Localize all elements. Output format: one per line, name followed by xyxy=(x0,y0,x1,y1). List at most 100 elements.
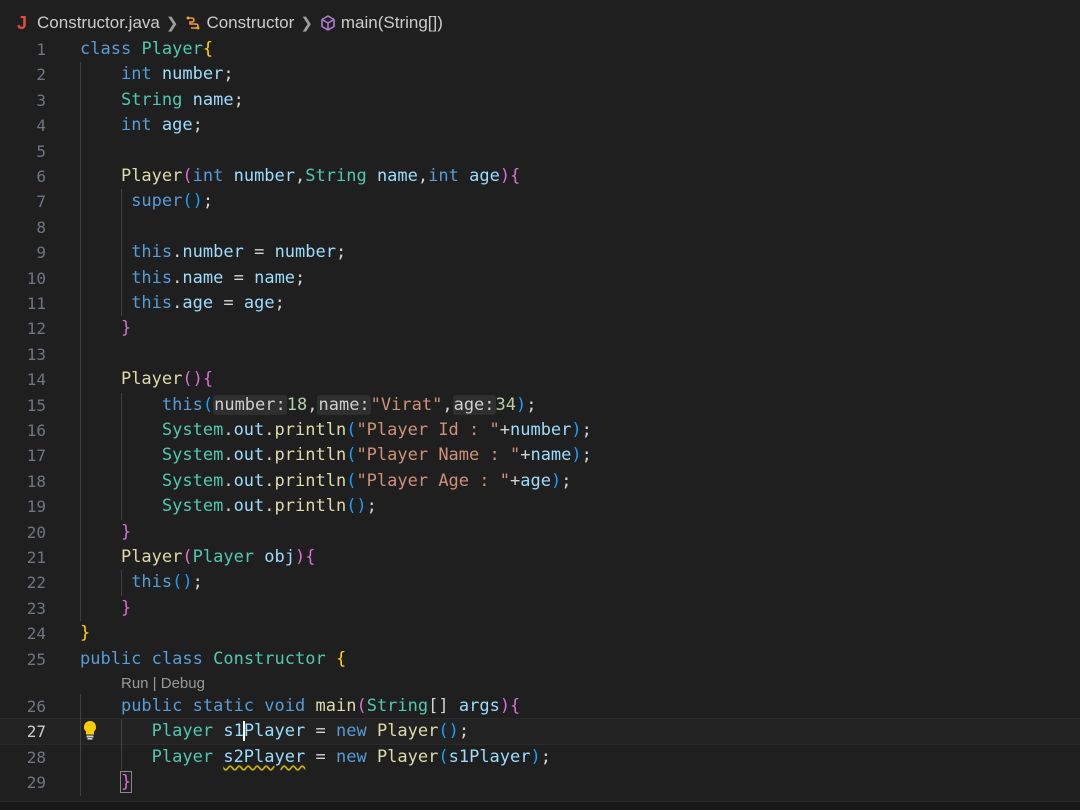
indent-guide xyxy=(121,392,122,520)
code-line[interactable]: 11 this.age = age; xyxy=(0,291,1080,316)
code-text[interactable]: System.out.println("Player Id : "+number… xyxy=(80,418,592,443)
method-cube-icon xyxy=(319,14,337,32)
line-number: 24 xyxy=(26,624,46,644)
code-line[interactable]: 14 Player(){ xyxy=(0,367,1080,392)
code-line[interactable]: 19 System.out.println(); xyxy=(0,494,1080,519)
line-number: 6 xyxy=(36,167,46,186)
code-text[interactable]: int number; xyxy=(80,62,234,87)
code-line[interactable]: 17 System.out.println("Player Name : "+n… xyxy=(0,443,1080,468)
code-line[interactable]: 12 } xyxy=(0,316,1080,341)
code-line[interactable]: 29 } xyxy=(0,770,1080,795)
breadcrumb-file[interactable]: Constructor.java xyxy=(37,13,160,33)
code-text[interactable]: Player(){ xyxy=(80,367,213,392)
code-text[interactable]: this(); xyxy=(80,570,203,595)
code-text[interactable]: Player s1Player = new Player(); xyxy=(80,719,469,744)
code-line[interactable]: 13 xyxy=(0,342,1080,367)
java-file-icon: J xyxy=(17,12,28,33)
breadcrumb-method[interactable]: main(String[]) xyxy=(341,13,443,33)
line-number: 4 xyxy=(36,116,46,136)
code-text[interactable]: } xyxy=(80,316,131,341)
code-text[interactable]: System.out.println("Player Name : "+name… xyxy=(80,443,592,468)
code-text[interactable]: this.name = name; xyxy=(80,266,305,291)
code-text[interactable]: } xyxy=(80,621,90,646)
line-number: 19 xyxy=(26,497,46,517)
code-line[interactable]: 16 System.out.println("Player Id : "+num… xyxy=(0,418,1080,443)
code-text[interactable]: Player s2Player = new Player(s1Player); xyxy=(80,745,551,770)
line-number: 25 xyxy=(26,649,46,669)
line-number: 2 xyxy=(36,65,46,85)
line-number: 17 xyxy=(26,446,46,466)
code-line[interactable]: 25 public class Constructor { xyxy=(0,647,1080,672)
code-text[interactable]: } xyxy=(80,596,131,621)
code-line[interactable]: 3 String name; xyxy=(0,88,1080,113)
code-text[interactable]: Player(Player obj){ xyxy=(80,545,316,570)
code-line[interactable]: 28 Player s2Player = new Player(s1Player… xyxy=(0,745,1080,770)
line-number: 18 xyxy=(26,471,46,491)
code-line[interactable]: 7 super(); xyxy=(0,189,1080,214)
indent-guide xyxy=(121,189,122,317)
code-text[interactable]: class Player{ xyxy=(80,37,213,62)
line-number: 7 xyxy=(36,192,46,212)
code-line[interactable]: 18 System.out.println("Player Age : "+ag… xyxy=(0,469,1080,494)
code-text[interactable]: String name; xyxy=(80,88,244,113)
code-line[interactable]: 20 } xyxy=(0,520,1080,545)
code-line[interactable]: 9 this.number = number; xyxy=(0,240,1080,265)
line-number: 21 xyxy=(26,548,46,567)
line-number: 15 xyxy=(26,395,46,415)
code-text[interactable]: public class Constructor { xyxy=(80,647,346,672)
breadcrumb-class[interactable]: Constructor xyxy=(206,13,294,33)
code-line[interactable]: 26 public static void main(String[] args… xyxy=(0,694,1080,719)
line-number: 16 xyxy=(26,421,46,440)
code-text[interactable]: System.out.println(); xyxy=(80,494,377,519)
code-line[interactable]: 23 } xyxy=(0,596,1080,621)
line-number: 1 xyxy=(36,40,46,59)
code-text[interactable]: } xyxy=(80,770,133,795)
code-line[interactable]: 15 this(number:18,name:"Virat",age:34); xyxy=(0,393,1080,418)
code-line[interactable]: 5 xyxy=(0,139,1080,164)
indent-guide xyxy=(121,570,122,596)
code-line[interactable]: 27 Player s1Player = new Player(); xyxy=(0,718,1080,746)
code-line[interactable]: 1 class Player{ xyxy=(0,37,1080,62)
line-number: 27 xyxy=(26,722,46,742)
code-text[interactable]: this.number = number; xyxy=(80,240,346,265)
code-line[interactable]: 10 this.name = name; xyxy=(0,266,1080,291)
indent-guide xyxy=(80,694,81,796)
line-number: 13 xyxy=(26,344,46,364)
code-line[interactable]: 22 this(); xyxy=(0,570,1080,595)
code-line[interactable]: 24} xyxy=(0,621,1080,646)
line-number: 12 xyxy=(26,319,46,339)
line-number: 26 xyxy=(26,697,46,716)
line-number: 29 xyxy=(26,773,46,793)
code-text[interactable]: public static void main(String[] args){ xyxy=(80,694,520,719)
code-line[interactable]: 21 Player(Player obj){ xyxy=(0,545,1080,570)
line-number: 5 xyxy=(36,141,46,161)
code-text[interactable]: int age; xyxy=(80,113,203,138)
indent-guide xyxy=(121,719,122,771)
code-text[interactable]: Player(int number,String name,int age){ xyxy=(80,164,520,189)
line-number: 28 xyxy=(26,747,46,767)
code-text[interactable]: super(); xyxy=(80,189,213,214)
line-number: 10 xyxy=(26,268,46,288)
indent-guide xyxy=(80,62,81,622)
code-line[interactable]: 6 Player(int number,String name,int age)… xyxy=(0,164,1080,189)
code-text[interactable]: } xyxy=(80,520,131,545)
code-line[interactable]: 8 xyxy=(0,215,1080,240)
line-number: 14 xyxy=(26,370,46,390)
line-number: 11 xyxy=(26,294,46,313)
code-line[interactable]: 4 int age; xyxy=(0,113,1080,138)
chevron-right-icon: ❯ xyxy=(300,15,313,32)
line-number: 3 xyxy=(36,90,46,110)
code-text[interactable]: System.out.println("Player Age : "+age); xyxy=(80,469,572,494)
class-symbol-icon xyxy=(184,14,202,32)
code-text[interactable]: this(number:18,name:"Virat",age:34); xyxy=(80,393,537,418)
chevron-right-icon: ❯ xyxy=(165,15,179,32)
line-number: 20 xyxy=(26,522,46,542)
line-number: 8 xyxy=(36,217,46,237)
line-number: 22 xyxy=(26,573,46,593)
code-editor[interactable]: 1 class Player{2 int number; 3 String name… xyxy=(0,37,1080,805)
code-line[interactable]: 2 int number; xyxy=(0,62,1080,87)
line-number: 9 xyxy=(36,243,46,263)
code-text[interactable]: this.age = age; xyxy=(80,291,285,316)
line-number: 23 xyxy=(26,598,46,618)
codelens-run-debug[interactable]: Run | Debug xyxy=(121,673,205,695)
